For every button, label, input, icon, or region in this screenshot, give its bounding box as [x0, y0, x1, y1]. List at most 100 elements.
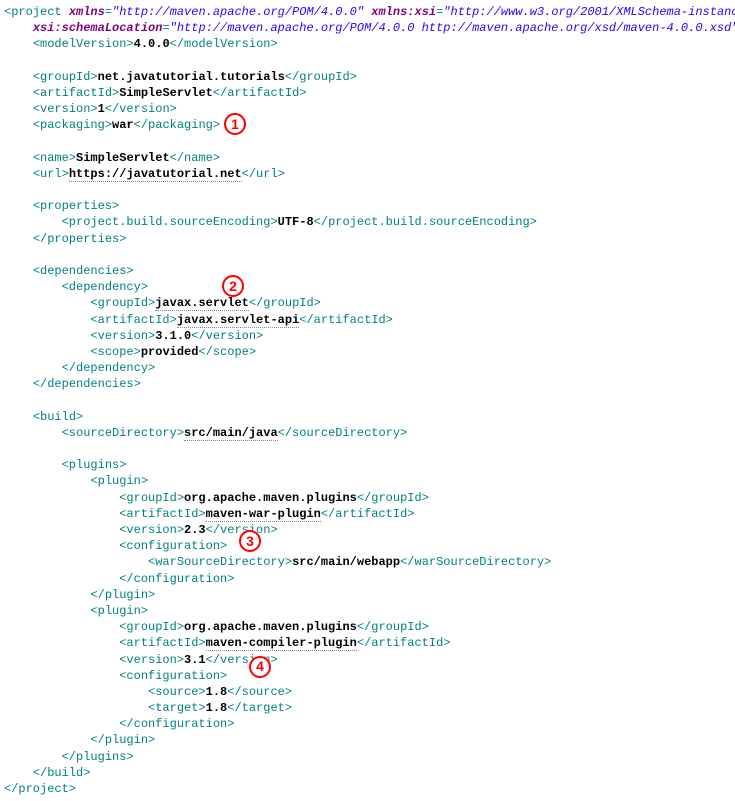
tgt-open: <target>: [148, 701, 206, 715]
src-close: </source>: [227, 685, 292, 699]
version-val: 1: [98, 102, 105, 116]
p1-ver-val: 2.3: [184, 523, 206, 537]
build-close: </build>: [33, 766, 91, 780]
version-close: </version>: [105, 102, 177, 116]
p1-gid-close: </groupId>: [357, 491, 429, 505]
dep-ver-open: <version>: [90, 329, 155, 343]
dep-ver-val: 3.1.0: [155, 329, 191, 343]
dep-scope-val: provided: [141, 345, 199, 359]
p1-conf-close: </configuration>: [119, 572, 234, 586]
p1-aid-close: </artifactId>: [321, 507, 415, 521]
plugins-open: <plugins>: [62, 458, 127, 472]
sourcedir-close: </sourceDirectory>: [278, 426, 408, 440]
plugins-close: </plugins>: [62, 750, 134, 764]
p2-aid-close: </artifactId>: [357, 636, 451, 650]
dependency-open: <dependency>: [62, 280, 148, 294]
p2-ver-val: 3.1: [184, 653, 206, 667]
dep-aid-val: javax.servlet-api: [177, 313, 299, 328]
artifactid-val: SimpleServlet: [119, 86, 213, 100]
groupid-val: net.javatutorial.tutorials: [98, 70, 285, 84]
url-val: https://javatutorial.net: [69, 167, 242, 182]
dep-aid-close: </artifactId>: [299, 313, 393, 327]
p1-version-line: <version>2.3</version>: [4, 522, 731, 538]
dep-gid-open: <groupId>: [90, 296, 155, 310]
xsi-attr: xmlns:xsi: [371, 5, 436, 19]
xmlns-attr: xmlns: [69, 5, 105, 19]
wsd-close: </warSourceDirectory>: [400, 555, 551, 569]
dependency-close: </dependency>: [62, 361, 156, 375]
src-open: <source>: [148, 685, 206, 699]
p2-gid-close: </groupId>: [357, 620, 429, 634]
packaging-line: <packaging>war</packaging>1: [4, 117, 731, 133]
groupid-close: </groupId>: [285, 70, 357, 84]
tgt-close: </target>: [227, 701, 292, 715]
packaging-open: <packaging>: [33, 118, 112, 132]
project-open-line2: xsi:schemaLocation="http://maven.apache.…: [4, 20, 731, 36]
enc-close: </project.build.sourceEncoding>: [314, 215, 537, 229]
properties-open: <properties>: [33, 199, 119, 213]
name-val: SimpleServlet: [76, 151, 170, 165]
p2-gid-val: org.apache.maven.plugins: [184, 620, 357, 634]
artifactid-open: <artifactId>: [33, 86, 119, 100]
name-close: </name>: [170, 151, 220, 165]
enc-val: UTF-8: [278, 215, 314, 229]
dep-gid-val: javax.servlet: [155, 296, 249, 311]
build-open: <build>: [33, 410, 83, 424]
dep-gid-close: </groupId>: [249, 296, 321, 310]
p1-gid-val: org.apache.maven.plugins: [184, 491, 357, 505]
p1-conf-open-line: <configuration>3: [4, 538, 731, 554]
annotation-badge-1: 1: [224, 113, 246, 135]
enc-open: <project.build.sourceEncoding>: [62, 215, 278, 229]
p2-conf-close: </configuration>: [119, 717, 234, 731]
sourcedir-val: src/main/java: [184, 426, 278, 441]
dependency-open-line: <dependency>2: [4, 279, 731, 295]
p2-gid-open: <groupId>: [119, 620, 184, 634]
annotation-badge-2: 2: [222, 275, 244, 297]
properties-close: </properties>: [33, 232, 127, 246]
p2-version-line: <version>3.1</version>4: [4, 652, 731, 668]
project-open-line: <project xmlns="http://maven.apache.org/…: [4, 4, 731, 20]
p2-aid-val: maven-compiler-plugin: [206, 636, 357, 651]
p2-ver-open: <version>: [119, 653, 184, 667]
p1-aid-val: maven-war-plugin: [206, 507, 321, 522]
project-open: <project: [4, 5, 69, 19]
modelversion-val: 4.0.0: [134, 37, 170, 51]
plugin2-open: <plugin>: [90, 604, 148, 618]
sourcedir-open: <sourceDirectory>: [62, 426, 184, 440]
plugin1-close: </plugin>: [90, 588, 155, 602]
modelversion-close: </modelVersion>: [170, 37, 278, 51]
plugin1-open: <plugin>: [90, 474, 148, 488]
schemaloc-val: "http://maven.apache.org/POM/4.0.0 http:…: [170, 21, 735, 35]
wsd-open: <warSourceDirectory>: [148, 555, 292, 569]
xml-code-block: <project xmlns="http://maven.apache.org/…: [4, 4, 731, 797]
src-val: 1.8: [206, 685, 228, 699]
dependencies-open: <dependencies>: [33, 264, 134, 278]
modelversion-open: <modelVersion>: [33, 37, 134, 51]
wsd-val: src/main/webapp: [292, 555, 400, 569]
url-close: </url>: [242, 167, 285, 181]
dep-scope-close: </scope>: [198, 345, 256, 359]
tgt-val: 1.8: [206, 701, 228, 715]
dep-aid-open: <artifactId>: [90, 313, 176, 327]
p1-ver-open: <version>: [119, 523, 184, 537]
packaging-close: </packaging>: [134, 118, 220, 132]
schemaloc-attr: xsi:schemaLocation: [33, 21, 163, 35]
project-close: </project>: [4, 782, 76, 796]
p2-aid-open: <artifactId>: [119, 636, 205, 650]
plugin2-close: </plugin>: [90, 733, 155, 747]
version-open: <version>: [33, 102, 98, 116]
p2-conf-open: <configuration>: [119, 669, 227, 683]
dependencies-close: </dependencies>: [33, 377, 141, 391]
xsi-val: "http://www.w3.org/2001/XMLSchema-instan…: [443, 5, 735, 19]
p1-aid-open: <artifactId>: [119, 507, 205, 521]
xmlns-val: "http://maven.apache.org/POM/4.0.0": [112, 5, 364, 19]
packaging-val: war: [112, 118, 134, 132]
name-open: <name>: [33, 151, 76, 165]
dep-scope-open: <scope>: [90, 345, 140, 359]
annotation-badge-3: 3: [239, 530, 261, 552]
dep-ver-close: </version>: [191, 329, 263, 343]
url-open: <url>: [33, 167, 69, 181]
p1-gid-open: <groupId>: [119, 491, 184, 505]
groupid-open: <groupId>: [33, 70, 98, 84]
artifactid-close: </artifactId>: [213, 86, 307, 100]
